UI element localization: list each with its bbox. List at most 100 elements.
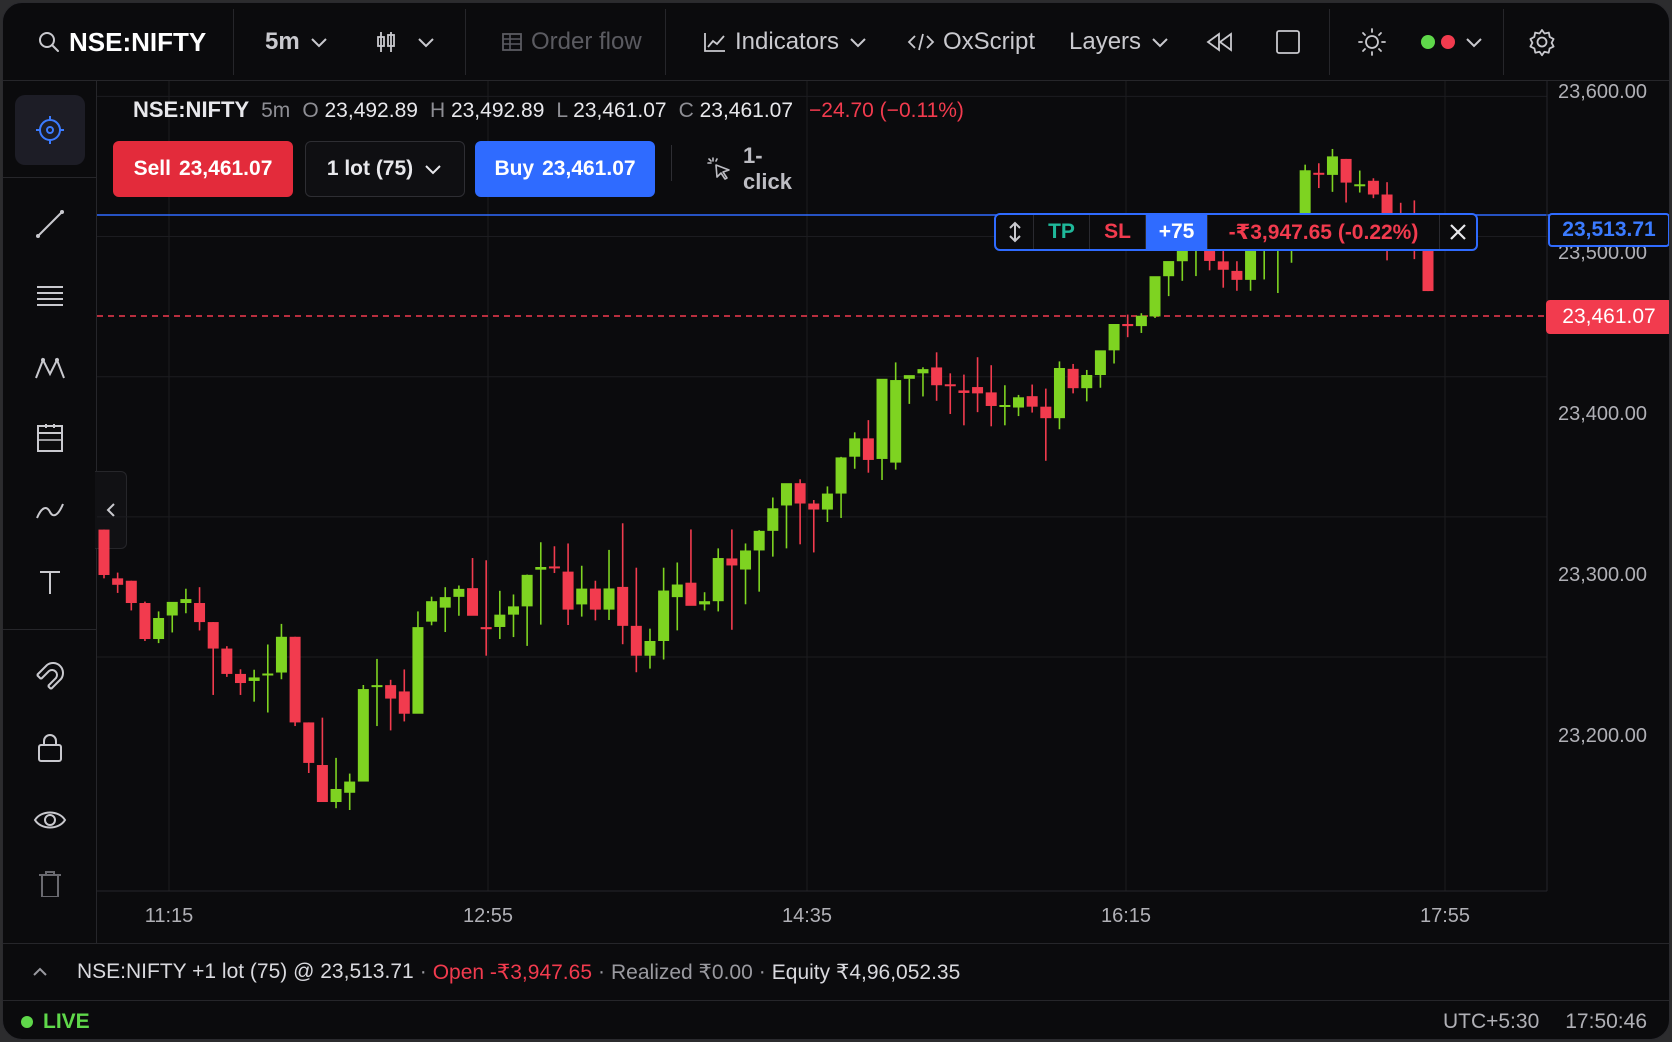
candle [576,565,588,617]
timezone-label[interactable]: UTC+5:30 [1443,1010,1539,1034]
candle [644,628,656,669]
candle [999,385,1011,426]
candle [303,722,315,774]
candle-body [862,438,874,460]
candle [1149,276,1161,318]
position-description: NSE:NIFTY +1 lot (75) @ 23,513.71 [77,960,414,983]
candle-body [644,640,656,656]
candle [1245,250,1257,291]
candle [166,601,178,633]
candle [1135,313,1147,333]
y-tick-label: 23,300.00 [1558,564,1647,586]
order-divider [671,145,672,181]
candle [1122,314,1134,338]
lot-size-selector[interactable]: 1 lot (75) [305,141,465,197]
candle [1326,148,1338,192]
candle [412,611,424,714]
candle-body [275,636,287,673]
candle-body [535,567,547,570]
realized-pnl: Realized ₹0.00 [611,960,753,984]
candle-body [835,457,847,494]
candle-body [289,636,301,723]
take-profit-button[interactable]: TP [1034,215,1090,249]
status-bar: LIVE UTC+5:30 17:50:46 [3,1001,1669,1039]
candle-body [780,483,792,506]
candle-body [234,673,246,684]
candle [139,601,151,641]
one-click-toggle[interactable]: 1-click [707,141,792,197]
candle-body [248,677,260,681]
candle [671,562,683,631]
candle-body [562,571,574,610]
candle [780,483,792,549]
candle-body [794,483,806,504]
candle [767,497,779,557]
candle [194,587,206,631]
separator-dot: · [758,960,766,983]
candle [1040,388,1052,461]
candle [740,543,752,605]
legend-close-value: 23,461.07 [699,99,794,122]
candle [944,373,956,414]
candle [330,757,342,809]
candle-body [194,603,206,623]
candle-body [630,625,642,656]
candle-body [180,599,192,604]
candle-body [603,588,615,610]
ohlc-legend: NSE:NIFTY 5m O 23,492.89 H 23,492.89 L 2… [133,97,964,123]
position-quantity: +75 [1146,215,1208,249]
candle [699,592,711,611]
candle-body [944,384,956,387]
drag-handle[interactable] [996,215,1034,249]
candle [385,679,397,731]
candle-body [398,691,410,714]
candle-body [1422,246,1434,292]
candle [890,362,902,470]
candle-body [767,508,779,531]
candle-body [166,601,178,616]
candle [1067,363,1079,394]
candle-body [98,529,110,575]
candle-body [1067,368,1079,389]
candle [1354,170,1366,193]
legend-open-value: 23,492.89 [324,99,418,122]
candle-body [753,530,765,551]
candle [1422,246,1434,292]
candle [862,420,874,473]
candle-body [1217,261,1229,270]
candle-body [658,590,670,641]
candle-body [467,588,479,616]
legend-open-label: O [302,99,319,122]
candle-body [330,788,342,803]
candle [794,479,806,545]
candle-body [1313,172,1325,175]
legend-low-label: L [556,99,568,122]
candle [262,644,274,713]
candle-body [1367,180,1379,195]
candle [125,580,137,611]
candle [958,374,970,426]
chevron-up-icon [31,963,49,981]
close-position-button[interactable] [1440,215,1476,249]
y-tick-label: 23,200.00 [1558,725,1647,747]
live-dot [21,1016,33,1028]
candle-body [507,606,519,615]
chart-grid [97,81,1547,891]
candle-body [439,597,451,608]
stop-loss-button[interactable]: SL [1090,215,1146,249]
candle [1094,350,1106,388]
sell-button[interactable]: Sell 23,461.07 [113,141,293,197]
x-tick-label: 12:55 [462,905,514,927]
candle [535,542,547,625]
candle-body [371,685,383,688]
expand-panel-button[interactable] [3,963,77,981]
candle-body [1340,158,1352,183]
candle-body [385,685,397,699]
candle-body [740,550,752,570]
candle-body [1149,276,1161,317]
candle-body [548,566,560,569]
buy-button[interactable]: Buy 23,461.07 [475,141,655,197]
candle [1163,261,1175,297]
candle-body [726,558,738,566]
candle [753,530,765,592]
